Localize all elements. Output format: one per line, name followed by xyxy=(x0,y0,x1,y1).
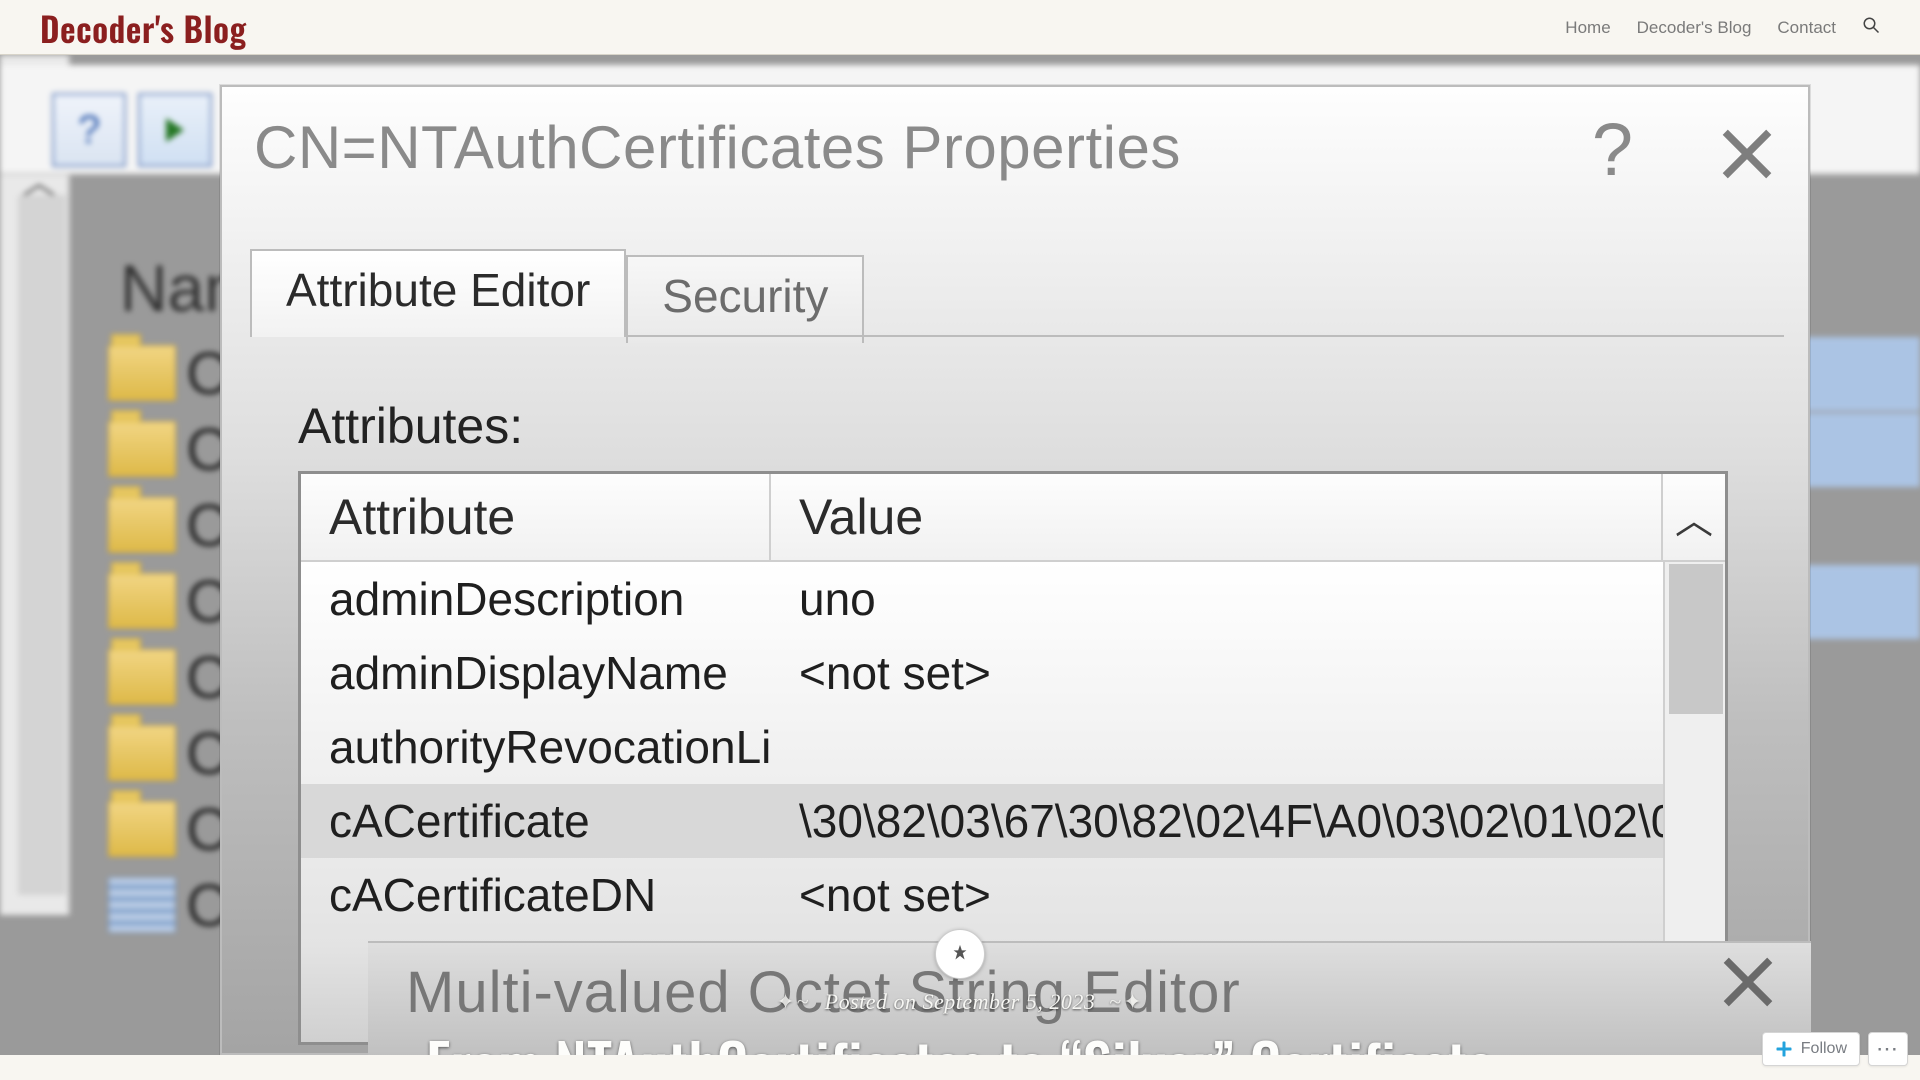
posted-prefix: Posted on xyxy=(825,989,923,1014)
cell-attribute: cACertificateDN xyxy=(301,858,771,932)
cell-attribute: adminDescription xyxy=(301,562,771,636)
col-value[interactable]: Value xyxy=(771,474,1663,560)
ornament-left: ✦~ xyxy=(768,989,818,1014)
hero-image: ? ︿ Nam C C C C C C C C CN=NTAuthCertifi… xyxy=(0,55,1920,1055)
follow-label: Follow xyxy=(1801,1040,1847,1058)
bg-scroll-thumb xyxy=(18,195,66,895)
site-brand[interactable]: Decoder's Blog xyxy=(40,2,247,53)
cell-value: <not set> xyxy=(771,636,1725,710)
grid-header: Attribute Value ︿ xyxy=(301,474,1725,562)
folder-icon xyxy=(108,573,176,629)
cell-attribute: cACertificate xyxy=(301,784,771,858)
grid-row[interactable]: cACertificateDN<not set> xyxy=(301,858,1725,932)
folder-icon xyxy=(108,345,176,401)
properties-dialog: CN=NTAuthCertificates Properties ? Attri… xyxy=(220,85,1810,1055)
nav-contact[interactable]: Contact xyxy=(1777,18,1836,38)
nav-blog[interactable]: Decoder's Blog xyxy=(1637,18,1752,38)
search-icon[interactable] xyxy=(1862,16,1880,39)
tab-security[interactable]: Security xyxy=(626,255,864,343)
row-highlight xyxy=(1792,565,1920,639)
grid-row[interactable]: adminDescriptionuno xyxy=(301,562,1725,636)
ornament-right: ~✦ xyxy=(1101,989,1151,1014)
bg-left-panel: ︿ xyxy=(0,55,70,915)
run-icon xyxy=(138,93,212,167)
dialog-tabs: Attribute Editor Security xyxy=(250,249,864,337)
grid-scroll-up[interactable]: ︿ xyxy=(1663,474,1725,560)
post-date: ✦~ Posted on September 5, 2023 ~✦ xyxy=(0,989,1920,1015)
dialog-help-icon[interactable]: ? xyxy=(1592,107,1633,192)
folder-icon xyxy=(108,421,176,477)
plus-icon xyxy=(1775,1040,1793,1058)
grid-row[interactable]: cACertificate\30\82\03\67\30\82\02\4F\A0… xyxy=(301,784,1725,858)
dialog-close-icon[interactable] xyxy=(1718,125,1776,188)
grid-row[interactable]: authorityRevocationList xyxy=(301,710,1725,784)
row-highlight xyxy=(1792,413,1920,487)
folder-icon xyxy=(108,725,176,781)
posted-date-link[interactable]: September 5, 2023 xyxy=(923,989,1096,1014)
grid-row[interactable]: adminDisplayName<not set> xyxy=(301,636,1725,710)
cell-value xyxy=(771,710,1725,784)
pin-icon xyxy=(935,929,985,979)
cell-attribute: adminDisplayName xyxy=(301,636,771,710)
tab-attribute-editor[interactable]: Attribute Editor xyxy=(250,249,626,337)
follow-button[interactable]: Follow xyxy=(1762,1032,1860,1066)
cell-value: <not set> xyxy=(771,858,1725,932)
cell-value: \30\82\03\67\30\82\02\4F\A0\03\02\01\02\… xyxy=(771,784,1725,858)
site-header: Decoder's Blog Home Decoder's Blog Conta… xyxy=(0,0,1920,55)
chevron-up-icon: ︿ xyxy=(1675,490,1713,545)
file-icon xyxy=(108,877,176,933)
cell-attribute: authorityRevocationList xyxy=(301,710,771,784)
row-highlight xyxy=(1792,337,1920,411)
ellipsis-icon: ⋯ xyxy=(1876,1036,1900,1062)
dialog-title: CN=NTAuthCertificates Properties xyxy=(254,113,1181,182)
attributes-label: Attributes: xyxy=(298,397,523,455)
top-nav: Home Decoder's Blog Contact xyxy=(1565,0,1880,55)
post-title[interactable]: From NTAuthCertificates to “Silver” Cert… xyxy=(0,1019,1920,1055)
folder-icon xyxy=(108,801,176,857)
more-button[interactable]: ⋯ xyxy=(1868,1032,1908,1066)
help-icon: ? xyxy=(52,93,126,167)
scrollbar-thumb[interactable] xyxy=(1669,564,1723,714)
col-attribute[interactable]: Attribute xyxy=(301,474,771,560)
cell-value: uno xyxy=(771,562,1725,636)
nav-home[interactable]: Home xyxy=(1565,18,1610,38)
post-overlay: ✦~ Posted on September 5, 2023 ~✦ From N… xyxy=(0,929,1920,1055)
folder-icon xyxy=(108,497,176,553)
folder-icon xyxy=(108,649,176,705)
